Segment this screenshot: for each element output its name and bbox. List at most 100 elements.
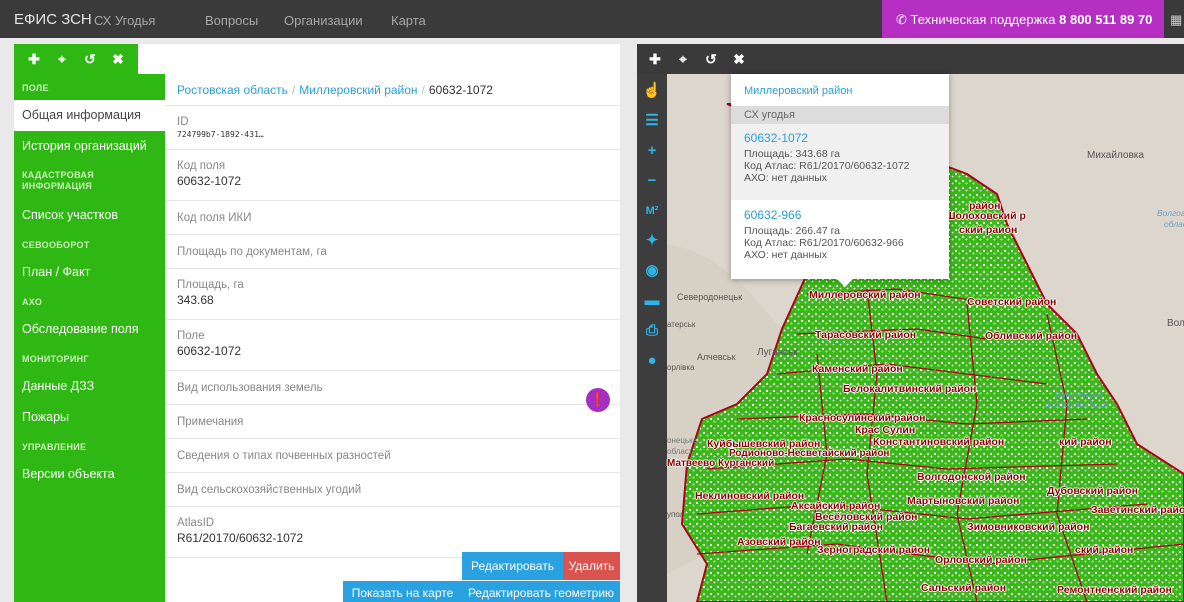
row-iki-code: Код поля ИКИ <box>165 201 620 235</box>
print-icon[interactable]: ⎙ <box>641 320 663 342</box>
sidebar-item[interactable]: Данные ДЗЗ <box>14 371 165 402</box>
support-button[interactable]: ✆ Техническая поддержка 8 800 511 89 70 <box>882 0 1164 38</box>
popout-icon[interactable]: ↺ <box>697 51 725 68</box>
land-type-label: Вид сельскохозяйственных угодий <box>177 484 362 496</box>
place-label: Северодонецьк <box>677 292 743 302</box>
grid-icon[interactable]: ▦ <box>1170 12 1182 28</box>
district-label: Заветинский район <box>1091 504 1184 516</box>
content: Ростовская область / Миллеровский район/60… <box>165 74 620 602</box>
breadcrumb-district[interactable]: Миллеровский район <box>299 83 417 97</box>
breadcrumb-current: 60632-1072 <box>428 83 493 97</box>
district-label: Константиновский район <box>873 436 1005 448</box>
close-icon[interactable]: ✖ <box>725 51 753 68</box>
popup-entry[interactable]: 60632-966 Площадь: 266.47 га Код Атлас: … <box>731 200 949 261</box>
popup-entry-area: Площадь: 343.68 га <box>744 148 841 160</box>
expand-icon[interactable]: ⌖ <box>669 51 697 68</box>
nav-questions[interactable]: Вопросы <box>205 13 258 28</box>
district-label: Мартыновский район <box>907 495 1020 507</box>
map-tools: ☝ ☰ + − M² ✦ ◉ ▬ ⎙ ● <box>637 74 667 602</box>
move-icon[interactable]: ✚ <box>641 51 669 68</box>
breadcrumb-separator: / <box>291 83 296 97</box>
edit-button[interactable]: Редактировать <box>462 552 563 580</box>
area-label: Площадь, га <box>177 279 244 291</box>
edit-geometry-button[interactable]: Редактировать геометрию <box>462 581 620 602</box>
cursor-icon[interactable]: ☝ <box>641 80 663 102</box>
row-field: Поле 60632-1072 <box>165 320 620 371</box>
row-soil: Сведения о типах почвенных разностей <box>165 439 620 473</box>
field-label: Поле <box>177 330 205 342</box>
place-label: Алчевськ <box>697 352 736 362</box>
nav-agri-land[interactable]: СХ Угодья <box>94 13 155 28</box>
place-label: онецька <box>667 436 698 445</box>
atlas-id-label: AtlasID <box>177 517 215 529</box>
layers-icon[interactable]: ☰ <box>641 110 663 132</box>
place-label: Михайловка <box>1087 150 1144 161</box>
popup-district-link[interactable]: Миллеровский район <box>731 74 949 106</box>
close-icon[interactable]: ✖ <box>104 51 132 68</box>
locate-icon[interactable]: ✦ <box>641 230 663 252</box>
row-doc-area: Площадь по документам, га <box>165 235 620 269</box>
place-label: Цимлянское <box>1055 389 1104 399</box>
show-on-map-button[interactable]: Показать на карте <box>343 581 462 602</box>
place-label: Луганськ <box>757 347 798 358</box>
sidebar-item[interactable]: Общая информация <box>14 100 165 131</box>
sidebar-item[interactable]: История организаций <box>14 131 165 162</box>
field-code-value: 60632-1072 <box>177 174 242 188</box>
popup-entry-atlas: Код Атлас: R61/20170/60632-966 <box>744 237 904 249</box>
area-measure-icon[interactable]: M² <box>641 200 663 222</box>
app-brand[interactable]: ЕФИС ЗСН <box>14 11 92 28</box>
district-label: Миллеровский район <box>809 289 921 301</box>
support-phone: 8 800 511 89 70 <box>1059 12 1153 27</box>
nav-organizations[interactable]: Организации <box>284 13 363 28</box>
map-popup: Миллеровский район СХ угодья 60632-1072 … <box>731 74 949 287</box>
eye-icon[interactable]: ◉ <box>641 260 663 282</box>
sidebar-section-label: КАДАСТРОВАЯ ИНФОРМАЦИЯ <box>22 170 94 191</box>
place-label: Волгоградс- <box>1157 208 1184 218</box>
zoom-out-icon[interactable]: − <box>641 170 663 192</box>
popup-entry-aho: АХО: нет данных <box>744 172 828 184</box>
district-label: ский раион <box>959 224 1018 236</box>
district-label: Обливский район <box>985 330 1078 342</box>
land-use-label: Вид использования земель <box>177 382 323 394</box>
place-label: Матвеево Курганский <box>667 458 775 469</box>
sidebar-item[interactable]: Версии объекта <box>14 459 165 490</box>
info-icon[interactable]: ❗ <box>586 388 610 412</box>
district-label: Аксайский район <box>791 500 881 512</box>
popout-icon[interactable]: ↺ <box>76 51 104 68</box>
district-label: Зимовниковский район <box>967 521 1090 533</box>
expand-icon[interactable]: ⌖ <box>48 51 76 68</box>
row-land-type: Вид сельскохозяйственных угодий <box>165 473 620 507</box>
sidebar-section-label: АХО <box>22 297 43 307</box>
district-label: Советский район <box>967 296 1057 308</box>
nav-map[interactable]: Карта <box>391 13 426 28</box>
district-label: Родионово-Несветайский район <box>729 448 890 459</box>
popup-entry[interactable]: 60632-1072 Площадь: 343.68 га Код Атлас:… <box>731 124 949 200</box>
district-label: Белокалитвинский район <box>843 383 977 395</box>
district-label: Дубовский район <box>1047 485 1138 497</box>
folder-icon[interactable]: ▬ <box>641 290 663 312</box>
popup-entry-code[interactable]: 60632-1072 <box>744 131 949 145</box>
map-toolbar: ✚ ⌖ ↺ ✖ <box>637 44 1184 74</box>
sidebar-item[interactable]: Пожары <box>14 402 165 433</box>
sidebar-section-label: МОНИТОРИНГ <box>22 354 89 364</box>
place-label: орлівка <box>667 363 695 372</box>
district-label: кий район <box>1059 436 1112 448</box>
move-icon[interactable]: ✚ <box>20 51 48 68</box>
breadcrumb-region[interactable]: Ростовская область <box>177 83 288 97</box>
sidebar-section-label: ПОЛЕ <box>22 83 49 93</box>
district-label: Багаевский район <box>789 521 884 533</box>
sidebar-item[interactable]: План / Факт <box>14 257 165 288</box>
field-code-label: Код поля <box>177 160 226 172</box>
place-label: область <box>667 447 697 456</box>
popup-entry-code[interactable]: 60632-966 <box>744 208 949 222</box>
globe-icon[interactable]: ● <box>641 350 663 372</box>
place-label: атерськ <box>667 320 696 329</box>
sidebar-item[interactable]: Список участков <box>14 200 165 231</box>
support-label: Техническая поддержка <box>910 12 1056 27</box>
zoom-in-icon[interactable]: + <box>641 140 663 162</box>
sidebar-item[interactable]: Обследование поля <box>14 314 165 345</box>
top-navbar: ЕФИС ЗСН СХ Угодья Вопросы Организации К… <box>0 0 1184 38</box>
delete-button[interactable]: Удалить <box>563 552 620 580</box>
district-label: Волгодонской район <box>917 471 1026 483</box>
district-label: Красносулинский район <box>799 412 926 424</box>
